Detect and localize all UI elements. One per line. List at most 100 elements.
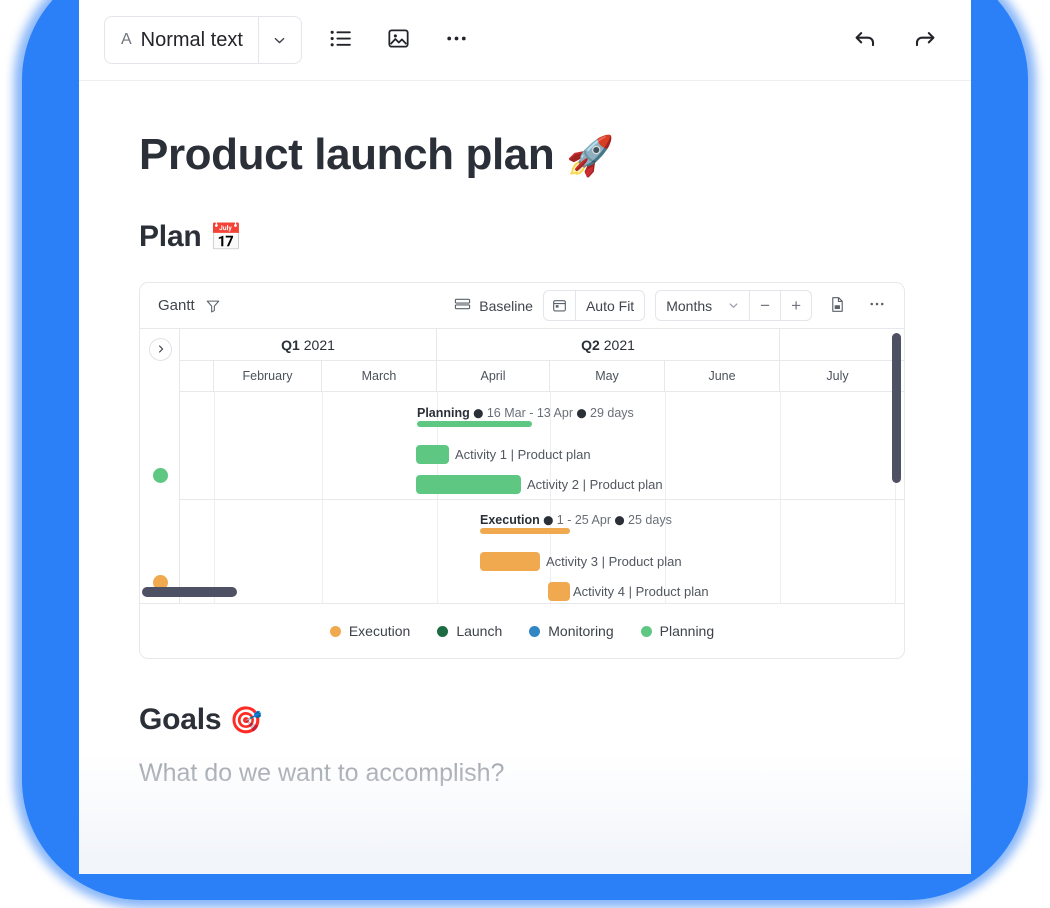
- legend-item-launch[interactable]: Launch: [437, 623, 502, 639]
- task-label-activity-2: Activity 2 | Product plan: [527, 477, 663, 492]
- legend-label: Planning: [660, 623, 715, 639]
- legend-item-execution[interactable]: Execution: [330, 623, 410, 639]
- gantt-row-header-column: [140, 329, 180, 603]
- more-options-button[interactable]: [435, 18, 479, 62]
- export-doc-icon: [829, 296, 846, 316]
- month-cell-march: March: [322, 361, 437, 391]
- expand-rows-button[interactable]: [149, 338, 172, 361]
- bullet-separator-icon: ⬤: [473, 408, 483, 418]
- group-summary-label-execution: Execution ⬤ 1 - 25 Apr ⬤ 25 days: [480, 513, 672, 527]
- gridline: [780, 392, 781, 603]
- quarter-cell: Q22021: [437, 329, 780, 360]
- format-text-icon: A: [121, 32, 132, 48]
- quarter-cell: Q12021: [180, 329, 437, 360]
- group-name: Planning: [417, 406, 470, 420]
- quarter-label: Q1: [281, 337, 300, 353]
- baseline-button[interactable]: Baseline: [454, 296, 533, 315]
- chevron-down-icon[interactable]: [259, 17, 301, 63]
- gantt-toolbar: Gantt Baseline: [140, 283, 904, 329]
- gantt-legend: Execution Launch Monitoring Planning: [140, 603, 904, 658]
- insert-image-button[interactable]: [377, 18, 421, 62]
- auto-fit-button[interactable]: Auto Fit: [576, 291, 644, 320]
- summary-bar-planning[interactable]: [417, 421, 532, 427]
- month-cell-june: June: [665, 361, 780, 391]
- horizontal-scrollbar[interactable]: [142, 587, 237, 597]
- history-button-group: [843, 18, 947, 62]
- group-dates: 16 Mar - 13 Apr: [487, 406, 573, 420]
- gantt-bars-area[interactable]: Planning ⬤ 16 Mar - 13 Apr ⬤ 29 days Act…: [180, 392, 904, 603]
- group-duration: 29 days: [590, 406, 634, 420]
- bulleted-list-button[interactable]: [319, 18, 363, 62]
- row-separator: [180, 499, 904, 500]
- legend-item-monitoring[interactable]: Monitoring: [529, 623, 613, 639]
- zoom-in-button[interactable]: +: [781, 291, 811, 320]
- rocket-emoji: 🚀: [566, 134, 614, 179]
- group-duration: 25 days: [628, 513, 672, 527]
- calendar-icon[interactable]: [544, 291, 576, 320]
- bullet-separator-icon: ⬤: [614, 515, 624, 525]
- gantt-more-button[interactable]: [862, 291, 892, 321]
- editor-toolbar: A Normal text: [79, 0, 971, 81]
- text-style-dropdown[interactable]: A Normal text: [104, 16, 302, 64]
- page-title-text: Product launch plan: [139, 130, 554, 179]
- section-heading-goals-text: Goals: [139, 703, 221, 736]
- gridline: [665, 392, 666, 603]
- gridline: [322, 392, 323, 603]
- bullet-separator-icon: ⬤: [576, 408, 586, 418]
- task-label-activity-4: Activity 4 | Product plan: [573, 584, 709, 599]
- bullet-separator-icon: ⬤: [543, 515, 553, 525]
- legend-swatch-icon: [641, 626, 652, 637]
- legend-label: Execution: [349, 623, 410, 639]
- section-heading-plan[interactable]: Plan 📅: [139, 180, 931, 254]
- legend-label: Monitoring: [548, 623, 613, 639]
- section-heading-plan-text: Plan: [139, 220, 202, 253]
- quarter-cell: [780, 329, 904, 360]
- quarter-year: 2021: [604, 337, 635, 353]
- vertical-scrollbar[interactable]: [892, 333, 901, 483]
- redo-button[interactable]: [903, 18, 947, 62]
- undo-arrow-icon: [852, 26, 878, 55]
- quarter-label: Q2: [581, 337, 600, 353]
- gantt-view-title: Gantt: [158, 297, 195, 314]
- group-dates: 1 - 25 Apr: [557, 513, 611, 527]
- text-style-value-area[interactable]: A Normal text: [105, 17, 259, 63]
- filter-icon[interactable]: [205, 298, 221, 314]
- task-bar-activity-1[interactable]: [416, 445, 449, 464]
- calendar-emoji: 📅: [210, 222, 243, 253]
- document-window: A Normal text: [79, 0, 971, 874]
- zoom-out-button[interactable]: −: [750, 291, 781, 320]
- legend-label: Launch: [456, 623, 502, 639]
- legend-item-planning[interactable]: Planning: [641, 623, 715, 639]
- task-label-activity-1: Activity 1 | Product plan: [455, 447, 591, 462]
- gantt-chart-embed[interactable]: Gantt Baseline: [139, 282, 905, 659]
- month-cell: [180, 361, 214, 391]
- target-emoji: 🎯: [230, 705, 263, 736]
- page-title[interactable]: Product launch plan 🚀: [139, 81, 931, 180]
- summary-bar-execution[interactable]: [480, 528, 570, 534]
- toolbar-button-group: [319, 18, 479, 62]
- chevron-right-icon: [156, 342, 166, 357]
- gridline: [550, 392, 551, 603]
- task-bar-activity-4[interactable]: [548, 582, 570, 601]
- task-bar-activity-3[interactable]: [480, 552, 540, 571]
- legend-swatch-icon: [437, 626, 448, 637]
- autofit-group: Auto Fit: [543, 290, 645, 321]
- legend-swatch-icon: [330, 626, 341, 637]
- task-bar-activity-2[interactable]: [416, 475, 521, 494]
- month-cell-february: February: [214, 361, 322, 391]
- month-cell-may: May: [550, 361, 665, 391]
- goals-placeholder-text[interactable]: What do we want to accomplish?: [139, 737, 931, 788]
- month-cell-april: April: [437, 361, 550, 391]
- gantt-timeline-grid[interactable]: Q12021 Q22021 February March April May J…: [140, 329, 904, 603]
- quarter-year: 2021: [304, 337, 335, 353]
- export-button[interactable]: [822, 291, 852, 321]
- chevron-down-icon: [728, 300, 739, 311]
- gantt-month-row: February March April May June July: [180, 361, 904, 392]
- group-dot-planning: [153, 468, 168, 483]
- undo-button[interactable]: [843, 18, 887, 62]
- ellipsis-icon: [444, 26, 469, 54]
- section-heading-goals[interactable]: Goals 🎯: [139, 659, 931, 737]
- baseline-icon: [454, 296, 471, 315]
- ellipsis-icon: [868, 295, 886, 316]
- timescale-dropdown[interactable]: Months: [656, 291, 750, 320]
